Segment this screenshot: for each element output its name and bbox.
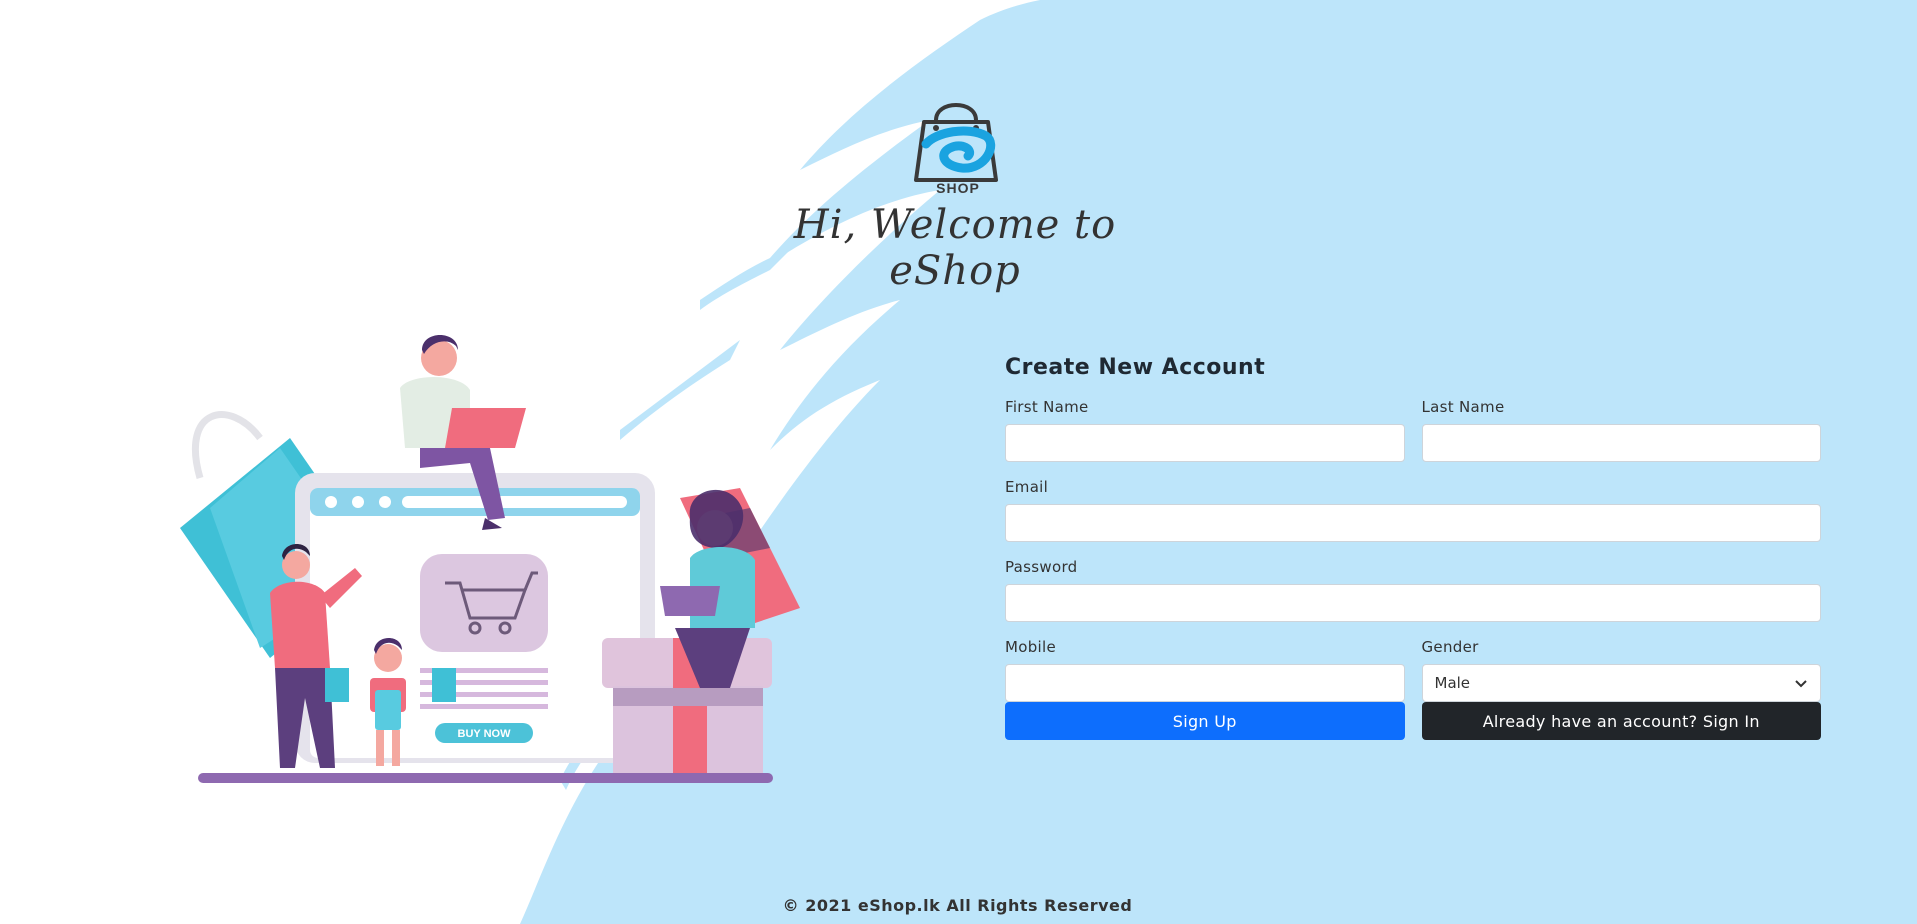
password-input[interactable] [1005,584,1821,622]
cart-icon [420,554,548,652]
gift-box-icon [602,638,772,776]
email-label: Email [1005,478,1049,496]
logo-text: SHOP [936,180,980,196]
chevron-down-icon [1795,680,1807,688]
footer-copyright: © 2021 eShop.lk All Rights Reserved [782,896,1133,915]
signup-form: Create New Account First Name Last Name … [1005,350,1821,740]
mobile-input[interactable] [1005,664,1405,702]
mobile-label: Mobile [1005,638,1057,656]
gender-label: Gender [1421,638,1479,656]
gender-selected-value: Male [1434,674,1471,692]
password-label: Password [1005,558,1078,576]
buy-now-label: BUY NOW [458,728,512,740]
first-name-input[interactable] [1005,424,1405,462]
last-name-input[interactable] [1421,424,1821,462]
welcome-heading: Hi, Welcome to eShop [793,202,1117,294]
form-title: Create New Account [1005,355,1266,380]
shopping-illustration: BUY NOW [180,335,800,783]
first-name-label: First Name [1005,398,1089,416]
signup-button[interactable]: Sign Up [1005,702,1405,740]
signin-link-button[interactable]: Already have an account? Sign In [1421,702,1821,740]
email-input[interactable] [1005,504,1821,542]
gender-select[interactable]: Male [1421,664,1821,702]
last-name-label: Last Name [1421,398,1505,416]
